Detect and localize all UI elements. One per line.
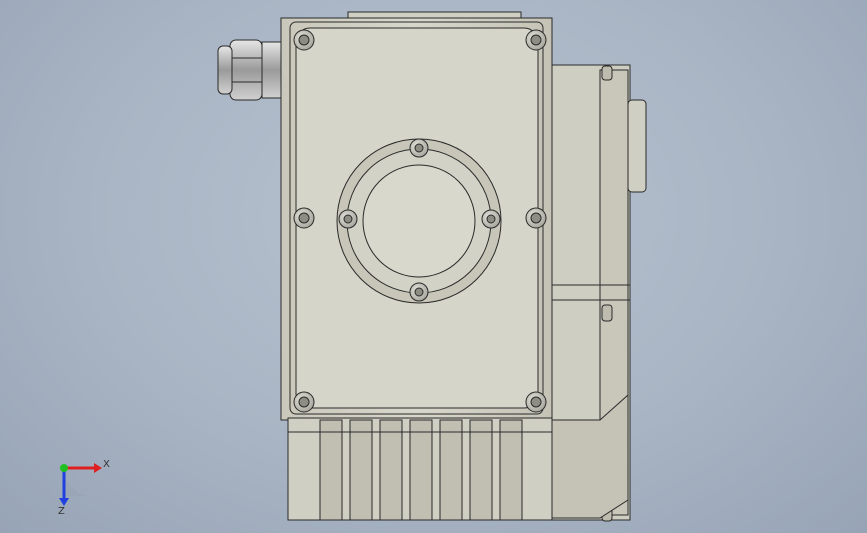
x-axis-label: X [103,459,110,470]
graphics-viewport[interactable]: X Z [0,0,867,533]
side-lug-mid [601,304,613,322]
triad-shadow [64,468,92,496]
side-shaft-boss [627,99,647,193]
finned-base [287,417,553,521]
gearbox-model[interactable] [217,11,647,522]
cable-gland [217,39,285,101]
center-flange [336,138,502,304]
side-lug-top [601,65,613,81]
z-axis-label: Z [58,506,65,517]
y-axis-icon [60,464,68,472]
orientation-triad: X Z [58,459,110,517]
